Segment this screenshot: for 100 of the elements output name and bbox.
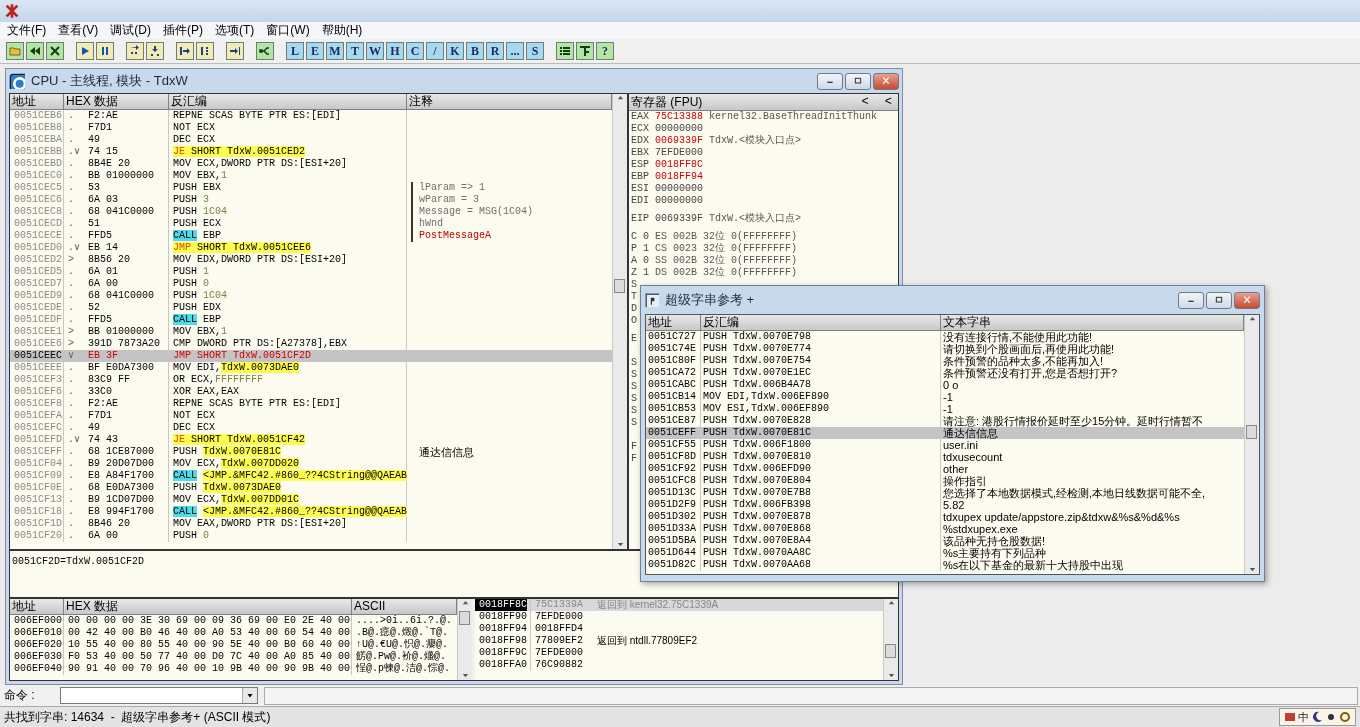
disasm-row[interactable]: 0051CEFD .∨ 74 43 JE SHORT TdxW.0051CF42 (10, 434, 612, 446)
register-value[interactable]: 00000000 (655, 183, 704, 195)
toolbar-button[interactable]: H (386, 42, 404, 61)
toolbar-button[interactable]: L (286, 42, 304, 61)
toolbar-button[interactable] (146, 42, 164, 61)
disasm-row[interactable]: 0051CEB8 . F7D1 NOT ECX (10, 122, 612, 134)
register-value[interactable]: 7EFDE000 (655, 147, 704, 159)
disasm-row[interactable]: 0051CEEC ∨ EB 3F JMP SHORT TdxW.0051CF2D (10, 350, 612, 362)
toolbar-button[interactable]: R (486, 42, 504, 61)
toolbar-button[interactable]: B (466, 42, 484, 61)
string-row[interactable]: 0051D5BA PUSH TdxW.0070E8A4 该品种无持仓股数据! (646, 535, 1244, 547)
string-row[interactable]: 0051D302 PUSH TdxW.0070E878 tdxupex update/appstore.zip&tdxw&%s&%d&%s (646, 511, 1244, 523)
close-button[interactable] (873, 72, 899, 90)
toolbar-button[interactable] (76, 42, 94, 61)
stack-row[interactable]: 0018FF98 77809EF2 返回到 ntdll.77809EF2 (475, 635, 883, 647)
string-row[interactable]: 0051CA72 PUSH TdxW.0070E1EC 条件预警还没有打开,您是否想打开? (646, 367, 1244, 379)
register-value[interactable]: 0 (643, 255, 650, 267)
disasm-row[interactable]: 0051CEC5 . 53 PUSH EBX lParam => 1 (10, 182, 612, 194)
string-row[interactable]: 0051D33A PUSH TdxW.0070E868 %stdxupex.exe (646, 523, 1244, 535)
disasm-row[interactable]: 0051CEFA . F7D1 NOT ECX (10, 410, 612, 422)
string-row[interactable]: 0051CF8D PUSH TdxW.0070E810 tdxusecount (646, 451, 1244, 463)
help-button[interactable]: ? (596, 42, 614, 61)
toolbar-button[interactable] (96, 42, 114, 61)
toolbar-button[interactable] (46, 42, 64, 61)
disasm-row[interactable]: 0051CEDF . FFD5 CALL EBP (10, 314, 612, 326)
column-header[interactable]: ASCII (352, 599, 457, 615)
toolbar-button[interactable] (26, 42, 44, 61)
string-row[interactable]: 0051D82C PUSH TdxW.0070AA68 %s在以下基金的最新十大持股中出现 (646, 559, 1244, 571)
toolbar-button[interactable]: K (446, 42, 464, 61)
menu-item[interactable]: 选项(T) (210, 22, 262, 39)
maximize-button[interactable] (845, 72, 871, 90)
string-row[interactable]: 0051D13C PUSH TdxW.0070E7B8 您选择了本地数据模式,经检测,本地日线数据可能不全, (646, 487, 1244, 499)
string-row[interactable]: 0051D2F9 PUSH TdxW.006FB398 5.82 (646, 499, 1244, 511)
command-field[interactable] (60, 687, 258, 704)
register-value[interactable]: 0 (643, 231, 650, 243)
register-value[interactable]: 0018FF94 (655, 171, 704, 183)
disasm-row[interactable]: 0051CF18 . E8 994F1700 CALL <JMP.&MFC42.#860_??4CString@@QAEAB (10, 506, 612, 518)
disasm-row[interactable]: 0051CED9 . 68 041C0000 PUSH 1C04 (10, 290, 612, 302)
column-header[interactable]: 反汇编 (701, 315, 941, 331)
toolbar-button[interactable]: W (366, 42, 384, 61)
menu-item[interactable]: 查看(V) (53, 22, 106, 39)
column-header[interactable]: 注释 (407, 94, 612, 110)
string-row[interactable]: 0051C74E PUSH TdxW.0070E774 请切换到个股画面后,再使用此功能! (646, 343, 1244, 355)
stack-row[interactable]: 0018FF8C 75C1339A 返回到 kernel32.75C1339A (475, 599, 883, 611)
toolbar-button[interactable]: T (346, 42, 364, 61)
disasm-row[interactable]: 0051CEB6 . F2:AE REPNE SCAS BYTE PTR ES:[EDI] (10, 110, 612, 122)
disasm-row[interactable]: 0051CF20 . 6A 00 PUSH 0 (10, 530, 612, 542)
nav-button[interactable]: < (878, 95, 898, 109)
disasm-row[interactable]: 0051CEF3 . 83C9 FF OR ECX,FFFFFFFF (10, 374, 612, 386)
disasm-row[interactable]: 0051CEBB .∨ 74 15 JE SHORT TdxW.0051CED2 (10, 146, 612, 158)
register-value[interactable]: 1 (643, 243, 650, 255)
register-value[interactable]: 00000000 (655, 123, 704, 135)
disasm-row[interactable]: 0051CF1D . 8B46 20 MOV EAX,DWORD PTR DS:[ESI+20] (10, 518, 612, 530)
toolbar-button[interactable] (196, 42, 214, 61)
menu-item[interactable]: 窗口(W) (261, 22, 317, 39)
string-row[interactable]: 0051CF55 PUSH TdxW.006F1800 user.ini (646, 439, 1244, 451)
toolbar-button[interactable] (126, 42, 144, 61)
toolbar-button[interactable] (256, 42, 274, 61)
string-row[interactable]: 0051D644 PUSH TdxW.0070AA8C %s主要持有下列品种 (646, 547, 1244, 559)
register-value[interactable]: 0069339F (655, 135, 704, 147)
disasm-row[interactable]: 0051CEC0 . BB 01000000 MOV EBX,1 (10, 170, 612, 182)
string-row[interactable]: 0051CB14 MOV EDI,TdxW.006EF890 -1 (646, 391, 1244, 403)
menu-item[interactable]: 调试(D) (105, 22, 158, 39)
stack-row[interactable]: 0018FFA0 76C90882 (475, 659, 883, 671)
register-value[interactable]: 1 (643, 267, 650, 279)
scrollbar[interactable] (883, 599, 898, 680)
scroll-thumb[interactable] (459, 611, 470, 625)
register-value[interactable]: 75C13388 (655, 111, 704, 123)
menu-item[interactable]: 帮助(H) (316, 22, 370, 39)
close-button[interactable] (1234, 291, 1260, 309)
toolbar-button[interactable]: E (306, 42, 324, 61)
menu-item[interactable]: 文件(F) (2, 22, 54, 39)
disasm-row[interactable]: 0051CEC8 . 68 041C0000 PUSH 1C04 Message = MSG(1C04) (10, 206, 612, 218)
column-header[interactable]: 地址 (10, 94, 64, 110)
toolbar-button[interactable] (226, 42, 244, 61)
disasm-row[interactable]: 0051CED5 . 6A 01 PUSH 1 (10, 266, 612, 278)
ime-label[interactable]: 中 (1298, 709, 1309, 725)
scroll-thumb[interactable] (614, 279, 625, 293)
disasm-row[interactable]: 0051CED7 . 6A 00 PUSH 0 (10, 278, 612, 290)
column-header[interactable]: 地址 (646, 315, 701, 331)
disasm-row[interactable]: 0051CEC6 . 6A 03 PUSH 3 wParam = 3 (10, 194, 612, 206)
disasm-row[interactable]: 0051CEBD . 8B4E 20 MOV ECX,DWORD PTR DS:[ESI+20] (10, 158, 612, 170)
toolbar-button[interactable] (576, 42, 594, 61)
toolbar-button[interactable]: C (406, 42, 424, 61)
register-value[interactable]: 0069339F (655, 213, 704, 225)
column-header[interactable]: 地址 (10, 599, 64, 615)
ime-bar[interactable]: 中 (1279, 708, 1356, 726)
toolbar-button[interactable]: / (426, 42, 444, 61)
disasm-row[interactable]: 0051CEE1 > BB 01000000 MOV EBX,1 (10, 326, 612, 338)
column-header[interactable]: 文本字串 (941, 315, 1244, 331)
column-header[interactable]: HEX 数据 (64, 599, 352, 615)
scrollbar[interactable] (1244, 315, 1259, 574)
scroll-thumb[interactable] (885, 644, 896, 658)
register-value[interactable]: 00000000 (655, 195, 704, 207)
disasm-row[interactable]: 0051CEF8 . F2:AE REPNE SCAS BYTE PTR ES:[EDI] (10, 398, 612, 410)
string-row[interactable]: 0051CFC8 PUSH TdxW.0070E804 操作指引 (646, 475, 1244, 487)
toolbar-button[interactable] (556, 42, 574, 61)
minimize-button[interactable] (1178, 291, 1204, 309)
toolbar-button[interactable]: M (326, 42, 344, 61)
column-header[interactable]: HEX 数据 (64, 94, 169, 110)
